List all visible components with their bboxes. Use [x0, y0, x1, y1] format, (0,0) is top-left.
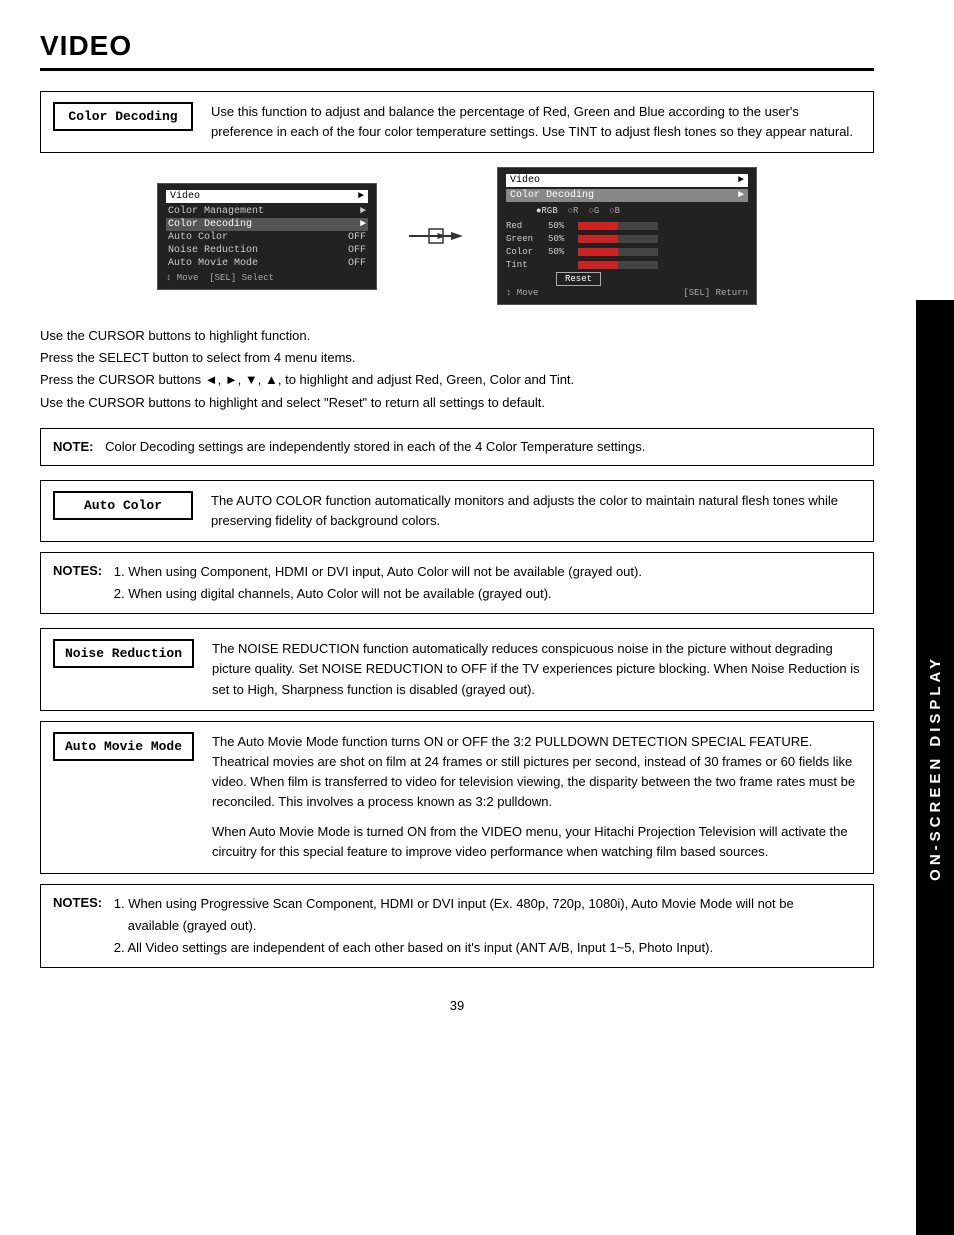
instructions-block: Use the CURSOR buttons to highlight func…	[40, 325, 874, 413]
notes3-box: NOTES: 1. When using Progressive Scan Co…	[40, 884, 874, 968]
tint-row: Tint	[506, 260, 748, 270]
noise-reduction-section: Noise Reduction The NOISE REDUCTION func…	[40, 628, 874, 710]
notes3-content: 1. When using Progressive Scan Component…	[114, 893, 794, 959]
auto-movie-mode-label: Auto Movie Mode	[53, 732, 194, 761]
notes3-label: NOTES:	[53, 895, 102, 910]
instruction-line1: Use the CURSOR buttons to highlight func…	[40, 325, 874, 347]
page-title: VIDEO	[40, 30, 132, 61]
reset-button-display: Reset	[556, 274, 748, 285]
decode-screen: Video ► Color Decoding ► ●RGB ○R ○G ○B R…	[497, 167, 757, 305]
color-decoding-section: Color Decoding Use this function to adju…	[40, 91, 874, 153]
auto-movie-mode-section: Auto Movie Mode The Auto Movie Mode func…	[40, 721, 874, 874]
notes2-line1: 1. When using Component, HDMI or DVI inp…	[114, 561, 642, 583]
menu-title-left: Video ►	[166, 190, 368, 203]
page-number: 39	[40, 998, 874, 1013]
instruction-line4: Use the CURSOR buttons to highlight and …	[40, 392, 874, 414]
note1-label: NOTE:	[53, 439, 93, 454]
menu-screen-left: Video ► Color Management► Color Decoding…	[157, 183, 377, 290]
radio-or: ○R	[568, 206, 579, 216]
radio-ob: ○B	[609, 206, 620, 216]
green-bar-fill	[578, 235, 618, 243]
auto-color-section: Auto Color The AUTO COLOR function autom…	[40, 480, 874, 542]
page-header: VIDEO	[40, 30, 874, 71]
auto-movie-mode-content: The Auto Movie Mode function turns ON or…	[212, 732, 861, 863]
tint-bar-fill	[578, 261, 618, 269]
auto-color-label: Auto Color	[53, 491, 193, 520]
notes2-box: NOTES: 1. When using Component, HDMI or …	[40, 552, 874, 614]
notes3-line2: 2. All Video settings are independent of…	[114, 937, 794, 959]
side-tab-text: ON-SCREEN DISPLAY	[927, 645, 944, 891]
navigation-arrow	[407, 221, 467, 251]
green-row: Green 50%	[506, 234, 748, 244]
notes2-line2: 2. When using digital channels, Auto Col…	[114, 583, 642, 605]
green-bar-bg	[578, 235, 658, 243]
color-bar-bg	[578, 248, 658, 256]
radio-rgb: ●RGB	[536, 206, 558, 216]
side-tab-container: ON-SCREEN DISPLAY	[916, 300, 954, 1235]
notes2-label: NOTES:	[53, 563, 102, 578]
notes2-content: 1. When using Component, HDMI or DVI inp…	[114, 561, 642, 605]
menu-item-auto-movie-mode: Auto Movie ModeOFF	[166, 257, 368, 270]
radio-og: ○G	[588, 206, 599, 216]
tint-bar-bg	[578, 261, 658, 269]
auto-color-desc: The AUTO COLOR function automatically mo…	[211, 491, 861, 531]
auto-movie-mode-desc2: When Auto Movie Mode is turned ON from t…	[212, 822, 861, 862]
arrow-icon	[407, 221, 467, 251]
notes3-line1b: available (grayed out).	[128, 915, 794, 937]
noise-reduction-label: Noise Reduction	[53, 639, 194, 668]
decode-nav: ↕ Move [SEL] Return	[506, 288, 748, 298]
screenshot-area: Video ► Color Management► Color Decoding…	[40, 167, 874, 305]
menu-nav-left: ↕ Move [SEL] Select	[166, 273, 368, 283]
color-decoding-label: Color Decoding	[53, 102, 193, 131]
menu-item-auto-color: Auto ColorOFF	[166, 231, 368, 244]
note1-box: NOTE: Color Decoding settings are indepe…	[40, 428, 874, 466]
color-decoding-desc: Use this function to adjust and balance …	[211, 102, 861, 142]
menu-item-noise-reduction: Noise ReductionOFF	[166, 244, 368, 257]
decode-submenu-title: Color Decoding ►	[506, 189, 748, 202]
menu-item-color-management: Color Management►	[166, 205, 368, 218]
note1-text: Color Decoding settings are independentl…	[105, 439, 645, 454]
red-bar-fill	[578, 222, 618, 230]
auto-movie-mode-desc1: The Auto Movie Mode function turns ON or…	[212, 732, 861, 813]
red-row: Red 50%	[506, 221, 748, 231]
instruction-line3: Press the CURSOR buttons ◄, ►, ▼, ▲, to …	[40, 369, 874, 391]
menu-item-color-decoding: Color Decoding►	[166, 218, 368, 231]
color-row: Color 50%	[506, 247, 748, 257]
radio-options-row: ●RGB ○R ○G ○B	[536, 206, 748, 216]
color-bar-fill	[578, 248, 618, 256]
noise-reduction-desc: The NOISE REDUCTION function automatical…	[212, 639, 861, 699]
red-bar-bg	[578, 222, 658, 230]
decode-menu-title: Video ►	[506, 174, 748, 187]
instruction-line2: Press the SELECT button to select from 4…	[40, 347, 874, 369]
notes3-line1: 1. When using Progressive Scan Component…	[114, 893, 794, 915]
